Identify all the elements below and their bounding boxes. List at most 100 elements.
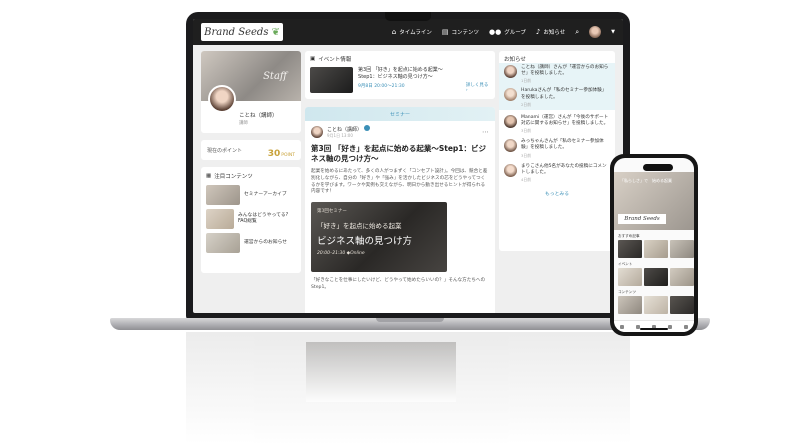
top-navigation-bar: Brand Seeds ❦ ⌂ タイムライン ▤ コンテンツ ●● グループ ♪ [193,19,623,45]
post-card: セミナー ことね（講師） 9月1日 13:00 ⋯ 第3回 「好き」を起点に始め… [305,107,495,313]
nav-contents[interactable]: ▤ コンテンツ [442,28,479,36]
profile-avatar [208,85,236,113]
event-title: 第3回 「好き」を起点に始める起業〜Step1：ビジネス軸の見つけ方〜 [358,67,443,80]
notifications-more-link[interactable]: もっとみる [504,190,610,197]
event-header-label: イベント情報 [318,57,352,63]
notification-time: 3日前 [521,128,532,134]
author-avatar [311,126,323,138]
notification-item[interactable]: まりこさん他5名があなたの投稿にコメントしました。 4日前 [504,163,610,183]
brand-logo-text: Brand Seeds [204,26,269,38]
featured-label: みんなはどうやってる? FAQ総覧 [237,212,289,224]
banner-time: 20:00–21:30 ◆Online [317,250,365,256]
nav-timeline[interactable]: ⌂ タイムライン [392,28,432,36]
phone-thumbnail-row [618,240,694,258]
phone-thumbnail[interactable] [618,268,642,286]
phone-section-label: イベント [618,262,633,266]
featured-item[interactable]: 運営からのお知らせ [206,233,296,253]
featured-label: 運営からのお知らせ [244,239,288,245]
notification-text: Manami（運営）さんが「今後のサポート対応に関するお知らせ」を投稿しました。 [521,114,609,126]
event-card[interactable]: ▣ イベント情報 第3回 「好き」を起点に始める起業〜Step1：ビジネス軸の見… [305,51,495,99]
phone-thumbnail[interactable] [618,240,642,258]
laptop-reflection [186,332,630,444]
phone-screen: 「私らしさ」で 始める起業 Brand Seeds おすすめ記事 イベント コン… [614,158,694,332]
phone-section-label: コンテンツ [618,290,636,294]
post-category: セミナー [389,111,410,118]
profile-role: 講師 [239,121,248,126]
notification-time: 1日前 [521,78,532,84]
featured-header: ▦ 注目コンテンツ [206,172,296,180]
profile-card[interactable]: Staff ことね（講師） 講師 [201,51,301,133]
featured-thumbnail [206,233,240,253]
notification-avatar [504,65,517,78]
phone-thumbnail[interactable] [670,268,694,286]
featured-item[interactable]: セミナーアーカイブ [206,185,296,205]
nav-label: タイムライン [399,30,432,36]
phone-thumbnail[interactable] [670,240,694,258]
verified-icon [363,125,370,131]
featured-thumbnail [206,185,240,205]
notifications-header: お知らせ [504,55,610,63]
seminar-banner-image[interactable]: 第3回セミナー 「好き」を起点に始める起業 ビジネス軸の見つけ方 20:00–2… [311,201,447,272]
featured-item[interactable]: みんなはどうやってる? FAQ総覧 [206,209,296,229]
dynamic-island [643,164,673,171]
cover-script-text: Staff [263,71,287,82]
profile-name: ことね（講師） [239,113,278,119]
book-icon: ▤ [441,28,449,36]
event-body: 第3回 「好き」を起点に始める起業〜Step1：ビジネス軸の見つけ方〜 9月8日… [310,67,490,93]
phone-thumbnail[interactable] [618,296,642,314]
phone-thumbnail-row [618,296,694,314]
home-icon[interactable] [620,324,624,329]
notification-item[interactable]: Manami（運営）さんが「今後のサポート対応に関するお知らせ」を投稿しました。… [504,114,610,134]
nav-notifications[interactable]: ♪ お知らせ [536,28,565,36]
bell-icon: ♪ [535,28,541,36]
nav-group[interactable]: ●● グループ [489,28,526,36]
notification-avatar [504,139,517,153]
notification-item[interactable]: ことね（講師）さんが「運営からのお知らせ」を投稿しました。 1日前 [499,63,615,87]
user-avatar[interactable] [589,26,602,38]
calendar-icon: ▣ [310,56,316,62]
notification-text: Harukaさんが「私のセミナー参加体験」を投稿しました。 [521,88,607,100]
points-label: 現在のポイント [207,147,243,154]
points-value: 30 [267,148,281,159]
notification-text: まりこさん他5名があなたの投稿にコメントしました。 [521,163,607,175]
featured-contents: ▦ 注目コンテンツ セミナーアーカイブ みんなはどうやってる? FAQ総覧 運営… [201,167,301,273]
notification-text: ことね（講師）さんが「運営からのお知らせ」を投稿しました。 [521,65,609,77]
brand-logo[interactable]: Brand Seeds ❦ [201,23,283,41]
laptop-mockup: Brand Seeds ❦ ⌂ タイムライン ▤ コンテンツ ●● グループ ♪ [186,12,630,320]
post-author[interactable]: ことね（講師） 9月1日 13:00 ⋯ [311,125,489,139]
featured-label: セミナーアーカイブ [244,191,287,197]
post-title: 第3回 「好き」を起点に始める起業〜Step1：ビジネス軸の見つけ方〜 [311,144,486,164]
nav-label: グループ [504,30,526,36]
laptop-screen: Brand Seeds ❦ ⌂ タイムライン ▤ コンテンツ ●● グループ ♪ [193,19,623,313]
more-options-icon[interactable]: ⋯ [482,128,489,136]
notification-avatar [504,163,517,177]
left-sidebar: Staff ことね（講師） 講師 現在のポイント 30POINT ▦ 注目コンテ… [201,51,301,273]
event-thumbnail [310,67,354,93]
phone-brand-logo[interactable]: Brand Seeds [618,214,666,224]
camera-notch [385,12,431,21]
notification-avatar [504,114,517,128]
user-icon[interactable] [684,324,688,329]
notification-item[interactable]: Harukaさんが「私のセミナー参加体験」を投稿しました。 2日前 [499,86,615,110]
phone-thumbnail[interactable] [670,296,694,314]
points-card: 現在のポイント 30POINT [201,140,301,160]
phone-thumbnail[interactable] [644,268,668,286]
nav-label: お知らせ [543,30,566,36]
banner-heading: 「好き」を起点に始める起業 [317,221,402,230]
phone-thumbnail[interactable] [644,240,668,258]
featured-title: 注目コンテンツ [214,174,253,180]
phone-thumbnail-row [618,268,694,286]
phone-hero-text: 「私らしさ」で 始める起業 [620,178,672,183]
phone-thumbnail[interactable] [644,296,668,314]
notification-avatar [504,88,517,102]
chevron-down-icon[interactable]: ▼ [611,29,615,35]
search-icon[interactable]: ⌕ [575,28,579,37]
notification-item[interactable]: みっちゃんさんが「私のセミナー参加体験」を投稿しました。 3日前 [504,139,610,158]
bell-icon[interactable] [668,324,672,329]
post-time: 9月1日 13:00 [327,133,353,138]
main-feed: ▣ イベント情報 第3回 「好き」を起点に始める起業〜Step1：ビジネス軸の見… [305,51,495,313]
banner-title: ビジネス軸の見つけ方 [317,235,413,247]
main-nav: ⌂ タイムライン ▤ コンテンツ ●● グループ ♪ お知らせ ⌕ ▼ [392,26,615,38]
notification-text: みっちゃんさんが「私のセミナー参加体験」を投稿しました。 [521,139,604,151]
event-details-link[interactable]: 詳しく見る › [466,82,490,93]
